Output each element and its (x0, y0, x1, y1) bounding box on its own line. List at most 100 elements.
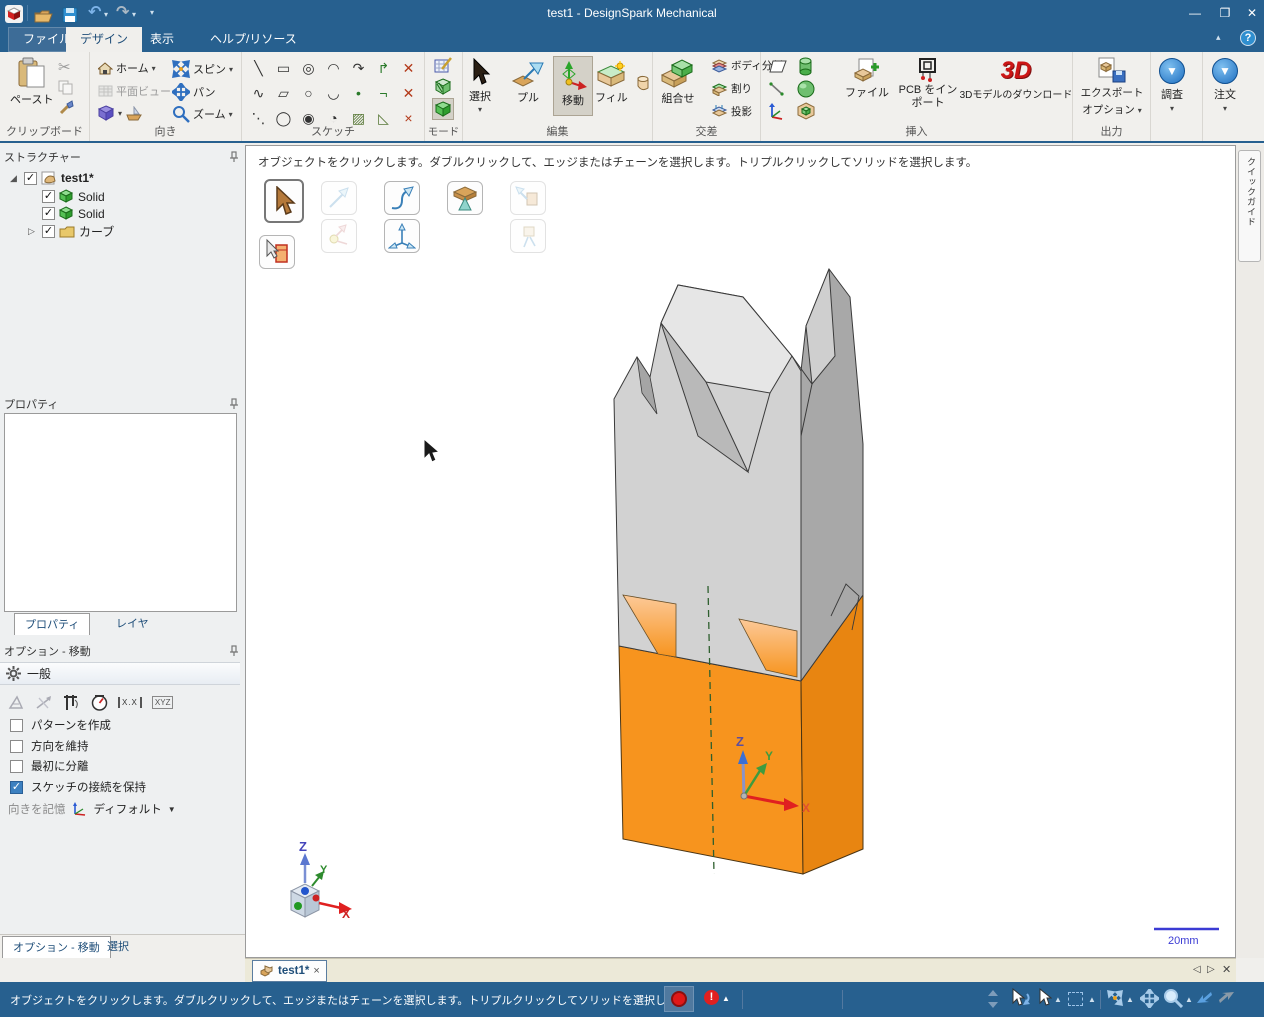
plane-icon[interactable] (769, 59, 787, 74)
tab-view[interactable]: 表示 (136, 27, 188, 52)
select-tool-button[interactable]: 選択 ▾ (469, 58, 491, 114)
document-tab-close-icon[interactable]: × (313, 965, 319, 977)
sketch-tool-icon[interactable]: ◎ (296, 56, 321, 80)
tab-properties[interactable]: プロパティ (14, 613, 91, 635)
tab-scroll-right-icon[interactable]: ▷ (1207, 964, 1215, 975)
tab-scroll-left-icon[interactable]: ◁ (1193, 964, 1201, 975)
enclosure-icon[interactable] (797, 102, 815, 120)
tab-layers[interactable]: レイヤ (106, 613, 159, 635)
alert-dropdown-icon[interactable]: ▲ (722, 994, 730, 1003)
arrow-back-icon[interactable] (1196, 990, 1213, 1005)
blend-tool-icon[interactable] (635, 74, 651, 92)
visibility-checkbox[interactable]: ✓ (42, 190, 55, 203)
option-checkbox-row[interactable]: パターンを作成 (10, 717, 111, 733)
plan-view-button[interactable]: 平面ビュー (98, 83, 171, 99)
orbit-icon[interactable] (1106, 989, 1125, 1008)
fill-tool-button[interactable]: フィル (595, 61, 628, 105)
model-canvas[interactable]: Z Y X Z Y X 20mm (246, 146, 1235, 957)
option-checkbox-row[interactable]: ✓ スケッチの接続を保持 (10, 779, 146, 795)
copy-icon[interactable] (58, 80, 73, 95)
axis-icon[interactable] (769, 82, 785, 96)
sketch-tool-icon[interactable]: ↷ (346, 56, 371, 80)
dimension-xyz-icon[interactable]: XYZ (151, 696, 174, 709)
tree-row-solid[interactable]: ✓ Solid (42, 189, 105, 204)
visibility-checkbox[interactable]: ✓ (42, 207, 55, 220)
sketch-tool-icon[interactable]: ✕ (396, 81, 421, 105)
orbit-dropdown-icon[interactable]: ▲ (1126, 995, 1134, 1004)
import-pcb-button[interactable]: PCB をインポート (897, 58, 959, 109)
zoom-icon[interactable] (1163, 988, 1183, 1008)
gauge-icon[interactable] (91, 694, 108, 711)
sphere-icon[interactable] (797, 80, 815, 98)
viewport-3d[interactable]: オブジェクトをクリックします。ダブルクリックして、エッジまたはチェーンを選択しま… (245, 145, 1236, 958)
tab-close-icon[interactable]: ✕ (1222, 963, 1231, 976)
crossed-arrows-icon[interactable] (35, 695, 53, 711)
sketch-tool-icon[interactable]: ◡ (321, 81, 346, 105)
pan-icon[interactable] (1140, 989, 1159, 1008)
remember-orientation-row[interactable]: 向きを記憶 ディフォルト ▼ (8, 801, 176, 817)
tab-help[interactable]: ヘルプ/リソース (196, 27, 311, 52)
record-button[interactable] (664, 986, 694, 1012)
sketch-tool-icon[interactable]: ↱ (371, 56, 396, 80)
pan-button[interactable]: パン (172, 83, 216, 101)
tree-row-root[interactable]: ◢ ✓ test1* (10, 171, 94, 185)
document-tab[interactable]: test1* × (252, 960, 327, 982)
expander-icon[interactable]: ▷ (28, 226, 38, 237)
sketch-tool-icon[interactable]: ○ (296, 81, 321, 105)
sketch-tool-icon[interactable]: ✕ (396, 56, 421, 80)
orientation-cube[interactable]: Z Y X (289, 839, 352, 921)
pin-icon[interactable] (229, 645, 239, 657)
sketch-tool-icon[interactable]: ◠ (321, 56, 346, 80)
spinner-icon[interactable] (988, 990, 998, 1008)
option-checkbox-row[interactable]: 方向を維持 (10, 738, 89, 754)
expander-icon[interactable]: ◢ (10, 173, 20, 184)
ruler-tool-icon[interactable] (8, 694, 25, 711)
previous-selection-icon[interactable] (1010, 988, 1032, 1008)
checkbox-unchecked[interactable] (10, 718, 23, 732)
sketch-tool-icon[interactable]: ∿ (246, 81, 271, 105)
spin-button[interactable]: スピン ▾ (172, 60, 233, 78)
checkbox-checked[interactable]: ✓ (10, 780, 23, 794)
export-options-button[interactable]: エクスポート オプション ▾ (1081, 57, 1143, 117)
home-view-button[interactable]: ホーム ▾ (98, 60, 156, 76)
tab-design[interactable]: デザイン (66, 27, 143, 52)
zoom-button[interactable]: ズーム ▾ (172, 105, 233, 123)
sketch-tool-icon[interactable]: • (346, 81, 371, 105)
help-icon[interactable]: ? (1240, 30, 1256, 46)
solid-mode-icon[interactable] (432, 98, 454, 120)
pull-tool-button[interactable]: プル (511, 61, 545, 105)
pin-icon[interactable] (229, 151, 239, 163)
combine-button[interactable]: 組合せ (658, 58, 698, 106)
paste-button[interactable]: ペースト (10, 57, 53, 107)
sketch-mode-icon[interactable] (434, 56, 453, 75)
view-style-button[interactable]: ▾ (98, 105, 144, 122)
move-tool-button[interactable]: 移動 (553, 56, 593, 116)
origin-axes-icon[interactable] (769, 103, 786, 120)
calipers-icon[interactable] (63, 694, 81, 711)
arrow-forward-icon[interactable] (1218, 990, 1235, 1005)
select-cursor-icon[interactable] (1038, 988, 1052, 1006)
insert-file-button[interactable]: ファイル (841, 58, 893, 100)
select-dropdown-icon[interactable]: ▲ (1054, 995, 1062, 1004)
selection-box-dropdown-icon[interactable]: ▲ (1088, 995, 1096, 1004)
selection-box-icon[interactable] (1068, 992, 1083, 1006)
visibility-checkbox[interactable]: ✓ (24, 171, 37, 185)
investigate-button[interactable]: ▼ 調査 ▾ (1159, 58, 1185, 113)
pin-icon[interactable] (229, 398, 239, 410)
format-painter-icon[interactable] (58, 100, 74, 116)
tab-options-move[interactable]: オプション - 移動 (2, 936, 111, 958)
split-face-button[interactable]: 割り (711, 81, 752, 96)
tree-row-curves[interactable]: ▷ ✓ カーブ (28, 223, 114, 240)
tab-select[interactable]: 選択 (97, 936, 139, 958)
alert-icon[interactable]: ! (704, 990, 719, 1005)
section-mode-icon[interactable] (434, 78, 452, 96)
sketch-tool-icon[interactable]: ▱ (271, 81, 296, 105)
maximize-button[interactable]: ❐ (1210, 2, 1240, 24)
orientation-default-dropdown[interactable]: ディフォルト (94, 801, 162, 817)
project-button[interactable]: 投影 (711, 104, 752, 119)
order-button[interactable]: ▼ 注文 ▾ (1212, 58, 1238, 113)
checkbox-unchecked[interactable] (10, 759, 23, 773)
cut-icon[interactable]: ✂ (58, 58, 71, 76)
option-checkbox-row[interactable]: 最初に分離 (10, 758, 89, 774)
quick-guide-tab[interactable]: クイックガイド (1238, 150, 1261, 262)
